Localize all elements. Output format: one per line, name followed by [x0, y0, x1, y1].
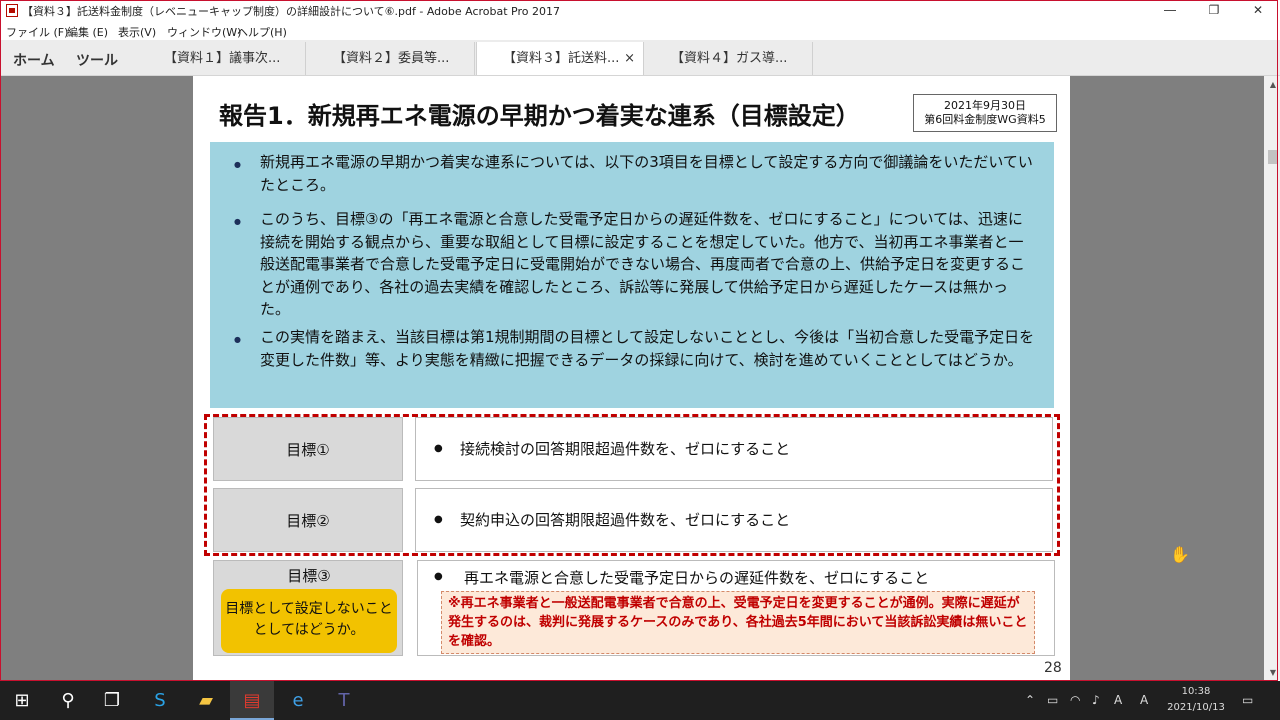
input-mode-icon[interactable]: A [1140, 693, 1148, 707]
notification-icon[interactable]: ▭ [1242, 693, 1253, 707]
teams-icon[interactable]: T [322, 681, 366, 720]
system-clock[interactable]: 10:38 2021/10/13 [1166, 684, 1226, 716]
acrobat-icon[interactable]: ▤ [230, 681, 274, 720]
clock-time: 10:38 [1181, 686, 1211, 697]
window-frame [0, 0, 1278, 681]
file-explorer-icon[interactable]: ▰ [184, 681, 228, 720]
skype-icon[interactable]: S [138, 681, 182, 720]
clock-date: 2021/10/13 [1167, 702, 1225, 713]
wifi-icon[interactable]: ◠ [1070, 693, 1080, 707]
tray-expand-icon[interactable]: ⌃ [1025, 693, 1035, 707]
volume-icon[interactable]: ♪ [1092, 693, 1100, 707]
task-view-icon[interactable]: ❐ [90, 681, 134, 720]
edge-icon[interactable]: e [276, 681, 320, 720]
taskbar: ⊞ ⚲ ❐ S ▰ ▤ e T ⌃ ▭ ◠ ♪ A A 10:38 2021/1… [0, 681, 1280, 720]
start-icon[interactable]: ⊞ [0, 681, 44, 720]
battery-icon[interactable]: ▭ [1047, 693, 1058, 707]
search-icon[interactable]: ⚲ [46, 681, 90, 720]
ime-icon[interactable]: A [1114, 693, 1122, 707]
